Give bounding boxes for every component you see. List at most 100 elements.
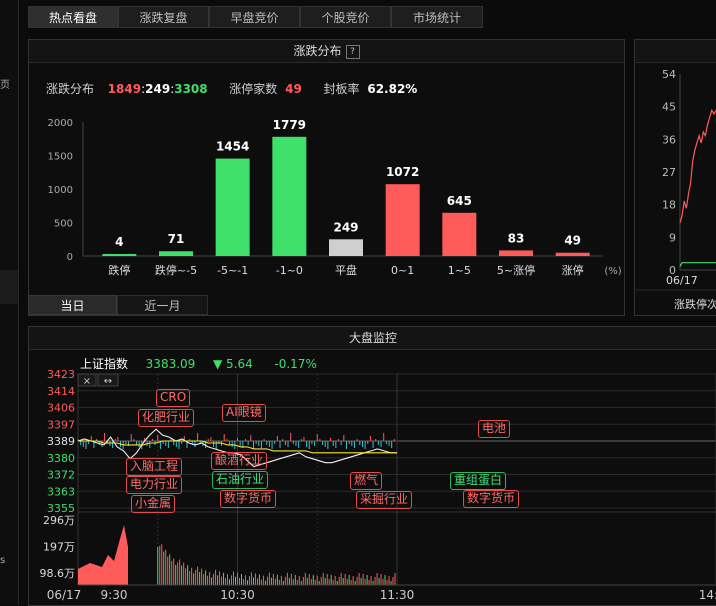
trend-y-tick: 18: [662, 199, 676, 212]
sector-tag[interactable]: 小金属: [131, 495, 176, 513]
trend-x-tick: 06/17: [666, 274, 698, 287]
market-monitor-header: 大盘监控: [29, 327, 716, 350]
x-tick-label: 跌停: [108, 263, 130, 277]
x-tick-label: 涨停: [562, 263, 584, 277]
sidebar-fragment-text: 页: [0, 80, 10, 91]
pre-open-volume: [78, 525, 128, 585]
limit-trend-header: [635, 40, 716, 63]
sector-tag[interactable]: 化肥行业: [138, 409, 195, 427]
limit-up-value: 49: [285, 82, 302, 96]
bar-value-label: 249: [333, 220, 358, 234]
bar-value-label: 71: [168, 232, 185, 246]
bar: [442, 212, 477, 256]
limit-up-line: [679, 108, 716, 223]
volume-tick-label: 98.6万: [40, 567, 76, 580]
help-icon[interactable]: ?: [345, 44, 360, 59]
trend-y-tick: 36: [662, 133, 676, 146]
trend-y-tick: 9: [669, 231, 676, 244]
bar: [499, 250, 533, 256]
sector-tag[interactable]: 石油行业: [212, 471, 269, 489]
distribution-panel-header: 涨跌分布?: [29, 40, 624, 63]
volume-tick-label: 197万: [43, 541, 75, 554]
sector-tag[interactable]: 数字货币: [220, 490, 277, 508]
price-tick-label: 3363: [47, 485, 75, 498]
y-tick-label: 0: [67, 252, 73, 263]
tab-hot-watch[interactable]: 热点看盘: [28, 6, 118, 28]
expand-icon-glyph: ↔: [104, 376, 112, 387]
price-tick-label: 3380: [47, 452, 75, 465]
price-tick-label: 3406: [47, 402, 75, 415]
price-tick-label: 3397: [47, 418, 75, 431]
x-tick-label: 5~涨停: [497, 263, 535, 277]
x-tick-label: 跌停~-5: [155, 263, 197, 277]
left-sidebar: 页 s: [0, 0, 19, 605]
bar: [555, 252, 590, 256]
tab-market-stats[interactable]: 市场统计: [391, 6, 483, 28]
price-tick-label: 3414: [47, 385, 75, 398]
trend-y-tick: 54: [662, 68, 676, 81]
time-tick-label: 9:30: [101, 588, 128, 602]
tab-early-auction[interactable]: 早盘竞价: [209, 6, 300, 28]
bar-value-label: 645: [447, 194, 472, 208]
bar: [102, 254, 137, 256]
sidebar-fragment-text-2: s: [0, 555, 6, 566]
y-tick-label: 1500: [48, 152, 73, 163]
subtab-last-month[interactable]: 近一月: [117, 295, 208, 315]
bar: [329, 239, 363, 256]
main-tab-bar: 热点看盘 涨跌复盘 早盘竞价 个股竞价 市场统计: [28, 6, 558, 28]
x-tick-label: 0~1: [391, 264, 414, 277]
time-tick-label: 06/17: [47, 588, 82, 602]
bar-value-label: 1454: [216, 140, 249, 154]
sector-tag[interactable]: 燃气: [350, 472, 383, 490]
sector-tag[interactable]: 电力行业: [126, 476, 183, 494]
bar: [385, 184, 420, 256]
bar: [215, 158, 250, 256]
summary-label: 涨跌分布: [46, 82, 95, 96]
x-tick-label: -1~0: [276, 264, 303, 277]
price-tick-label: 3389: [47, 435, 75, 448]
bar: [159, 251, 193, 256]
bar: [272, 136, 307, 256]
down-count: 3308: [174, 82, 208, 96]
seal-rate-label: 封板率: [323, 82, 360, 96]
price-tick-label: 3372: [47, 469, 75, 482]
time-tick-label: 14:00: [699, 588, 716, 602]
up-count: 1849: [107, 82, 142, 96]
limit-up-label: 涨停家数: [229, 82, 278, 96]
bar-value-label: 1072: [386, 165, 419, 179]
sector-tag[interactable]: 酿酒行业: [211, 452, 268, 470]
sector-tag[interactable]: 重组蛋白: [450, 472, 507, 490]
close-icon-glyph: ×: [83, 376, 91, 387]
price-tick-label: 3423: [47, 368, 75, 381]
market-monitor-title: 大盘监控: [348, 331, 397, 345]
sidebar-selected-item[interactable]: [0, 270, 18, 304]
sector-tag[interactable]: 采掘行业: [356, 491, 413, 509]
trend-y-tick: 45: [662, 101, 676, 114]
bar-value-label: 4: [115, 235, 123, 249]
sector-tag[interactable]: 入脑工程: [126, 458, 183, 476]
unit-label: (%): [604, 266, 621, 277]
x-tick-label: 1~5: [448, 264, 471, 277]
seal-rate-value: 62.82%: [367, 82, 418, 96]
y-tick-label: 2000: [48, 118, 73, 129]
sector-tag[interactable]: CRO: [156, 389, 191, 407]
bar-value-label: 1779: [273, 118, 306, 132]
trend-legend-label: 涨跌停次: [674, 297, 716, 311]
y-tick-label: 500: [54, 219, 73, 230]
distribution-bar-chart: 0 500 1000 1500 2000 4 跌停 71 跌停~-5 1454 -5~-1 1779 -…: [48, 118, 622, 277]
limit-down-line: [679, 262, 716, 267]
tab-stock-auction[interactable]: 个股竞价: [300, 6, 391, 28]
x-tick-label: 平盘: [335, 263, 357, 277]
sector-tag[interactable]: 数字货币: [463, 490, 520, 508]
bar-value-label: 49: [564, 234, 581, 248]
limit-trend-chart: 09182736455406/17涨跌停次: [634, 68, 716, 311]
y-tick-label: 1000: [48, 185, 73, 196]
distribution-summary: 涨跌分布 1849:249:3308 涨停家数 49 封板率 62.82%: [46, 80, 417, 97]
bar-value-label: 83: [508, 231, 525, 245]
x-tick-label: -5~-1: [217, 264, 248, 277]
sector-tag[interactable]: 电池: [478, 420, 511, 438]
subtab-today[interactable]: 当日: [28, 295, 117, 315]
tab-review[interactable]: 涨跌复盘: [118, 6, 209, 28]
sector-tag[interactable]: AI眼镜: [222, 404, 266, 422]
trend-y-tick: 27: [662, 166, 676, 179]
